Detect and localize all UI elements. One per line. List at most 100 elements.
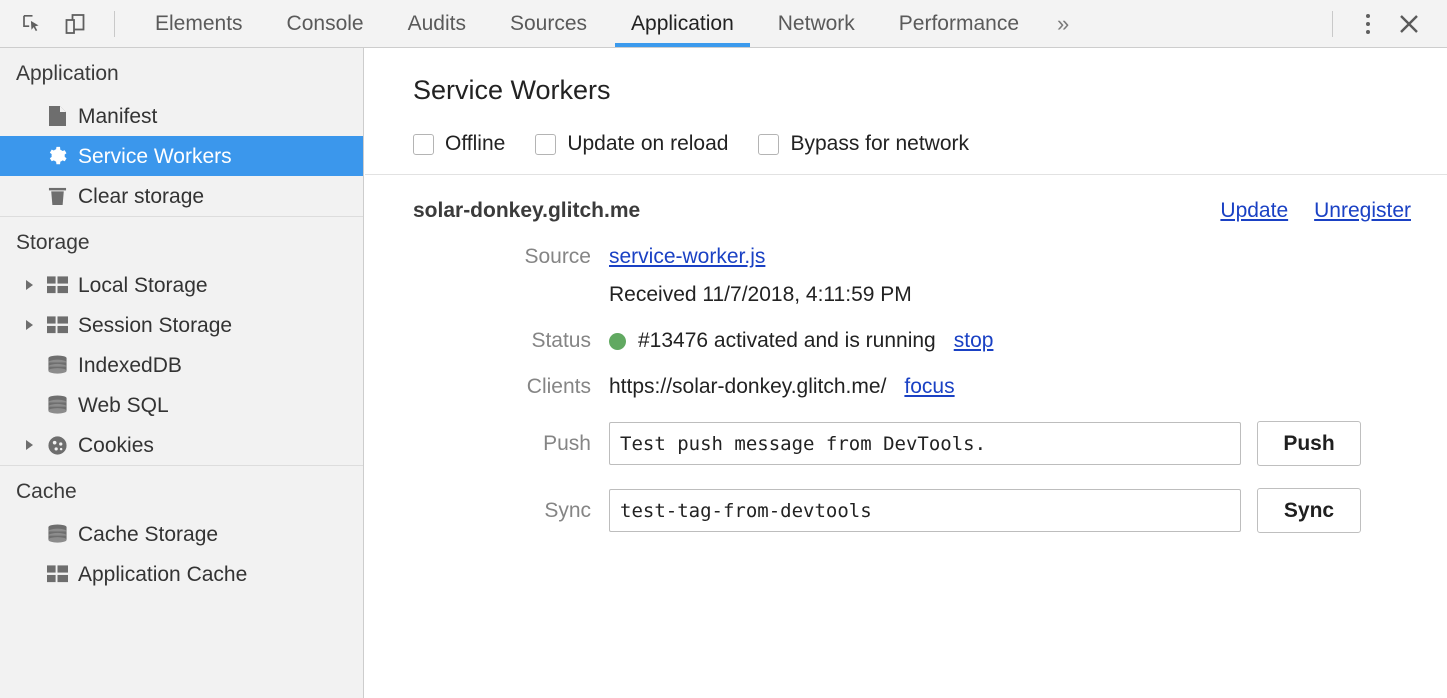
tab-performance[interactable]: Performance [877, 0, 1041, 47]
kebab-dot [1366, 14, 1370, 18]
cookie-glyph [47, 435, 68, 456]
toolbar-right-group [1314, 4, 1447, 44]
database-icon [46, 354, 68, 376]
sidebar-item-application-cache[interactable]: Application Cache [0, 554, 363, 594]
database-glyph [47, 355, 68, 376]
received-timestamp: Received 11/7/2018, 4:11:59 PM [609, 283, 912, 307]
sync-row: Sync Sync [365, 488, 1447, 533]
sidebar-item-label: Local Storage [78, 275, 208, 296]
checkbox-box[interactable] [413, 134, 434, 155]
source-file-link[interactable]: service-worker.js [609, 245, 765, 269]
more-tabs-chevron-icon[interactable]: » [1041, 11, 1085, 37]
sidebar-section-title-cache: Cache [0, 466, 363, 514]
sidebar-section-title-storage: Storage [0, 217, 363, 265]
database-icon [46, 394, 68, 416]
status-row: Status #13476 activated and is running s… [365, 329, 1447, 353]
gear-glyph [46, 145, 68, 167]
update-on-reload-label: Update on reload [567, 132, 728, 156]
table-icon [46, 563, 68, 585]
sidebar-item-label: Web SQL [78, 395, 169, 416]
sidebar-item-indexeddb[interactable]: IndexedDB [0, 345, 363, 385]
toolbar-divider [114, 11, 115, 37]
tab-audits[interactable]: Audits [386, 0, 488, 47]
tab-console[interactable]: Console [265, 0, 386, 47]
checkbox-box[interactable] [758, 134, 779, 155]
tab-sources[interactable]: Sources [488, 0, 609, 47]
clients-label: Clients [413, 375, 609, 399]
sidebar-item-session-storage[interactable]: Session Storage [0, 305, 363, 345]
chevron-right-icon[interactable] [26, 440, 33, 450]
sidebar-item-label: Cookies [78, 435, 154, 456]
device-toolbar-icon[interactable] [54, 4, 96, 44]
status-label: Status [413, 329, 609, 353]
sync-label: Sync [413, 499, 609, 523]
inspect-element-glyph [21, 12, 45, 36]
update-on-reload-checkbox[interactable]: Update on reload [535, 132, 728, 156]
sidebar-section-title-application: Application [0, 48, 363, 96]
sidebar-item-label: Application Cache [78, 564, 247, 585]
origin-actions: Update Unregister [1220, 199, 1411, 223]
kebab-menu-icon[interactable] [1351, 4, 1385, 44]
inspect-element-icon[interactable] [12, 4, 54, 44]
status-indicator-dot [609, 333, 626, 350]
focus-link[interactable]: focus [904, 375, 954, 399]
sync-tag-input[interactable] [609, 489, 1241, 532]
gear-icon [46, 145, 68, 167]
sidebar-item-manifest[interactable]: Manifest [0, 96, 363, 136]
close-icon[interactable] [1385, 4, 1433, 44]
tab-network[interactable]: Network [756, 0, 877, 47]
sidebar-section-storage: Storage Local Storage [0, 216, 363, 465]
cookie-icon [46, 434, 68, 456]
sidebar-item-web-sql[interactable]: Web SQL [0, 385, 363, 425]
checkbox-box[interactable] [535, 134, 556, 155]
sidebar-section-cache: Cache Cache Storage [0, 465, 363, 594]
source-label: Source [413, 245, 609, 269]
manifest-document-icon [46, 105, 68, 127]
chevron-right-icon[interactable] [26, 320, 33, 330]
database-glyph [47, 524, 68, 545]
chevron-right-icon[interactable] [26, 280, 33, 290]
sidebar-item-label: Session Storage [78, 315, 232, 336]
update-link[interactable]: Update [1220, 199, 1288, 223]
tab-application[interactable]: Application [609, 0, 756, 47]
status-value: #13476 activated and is running stop [609, 329, 993, 353]
sidebar-item-cache-storage[interactable]: Cache Storage [0, 514, 363, 554]
application-sidebar: Application Manifest Service Workers [0, 48, 364, 698]
sidebar-item-service-workers[interactable]: Service Workers [0, 136, 363, 176]
trash-icon [46, 185, 68, 207]
kebab-dot [1366, 22, 1370, 26]
bypass-for-network-label: Bypass for network [790, 132, 969, 156]
push-row: Push Push [365, 421, 1447, 466]
sidebar-item-label: Service Workers [78, 146, 232, 167]
sidebar-item-local-storage[interactable]: Local Storage [0, 265, 363, 305]
toolbar-divider-right [1332, 11, 1333, 37]
device-toolbar-glyph [63, 12, 87, 36]
sync-button[interactable]: Sync [1257, 488, 1361, 533]
sidebar-item-label: Clear storage [78, 186, 204, 207]
unregister-link[interactable]: Unregister [1314, 199, 1411, 223]
database-glyph [47, 395, 68, 416]
sidebar-item-cookies[interactable]: Cookies [0, 425, 363, 465]
service-workers-panel: Service Workers Offline Update on reload… [365, 48, 1447, 698]
tab-elements[interactable]: Elements [133, 0, 265, 47]
sidebar-item-label: Manifest [78, 106, 157, 127]
received-row: Received 11/7/2018, 4:11:59 PM [365, 283, 1447, 307]
service-worker-origin: solar-donkey.glitch.me [413, 199, 640, 223]
bypass-for-network-checkbox[interactable]: Bypass for network [758, 132, 969, 156]
clients-value: https://solar-donkey.glitch.me/ focus [609, 375, 955, 399]
push-message-input[interactable] [609, 422, 1241, 465]
manifest-glyph [48, 105, 67, 127]
push-controls: Push [609, 421, 1361, 466]
service-worker-options-bar: Offline Update on reload Bypass for netw… [365, 106, 1447, 162]
push-label: Push [413, 432, 609, 456]
sidebar-item-label: IndexedDB [78, 355, 182, 376]
table-glyph [47, 316, 68, 334]
sidebar-item-clear-storage[interactable]: Clear storage [0, 176, 363, 216]
stop-link[interactable]: stop [954, 329, 994, 353]
offline-checkbox[interactable]: Offline [413, 132, 505, 156]
client-url: https://solar-donkey.glitch.me/ [609, 375, 886, 399]
offline-label: Offline [445, 132, 505, 156]
source-row: Source service-worker.js [365, 245, 1447, 269]
push-button[interactable]: Push [1257, 421, 1361, 466]
service-worker-origin-row: solar-donkey.glitch.me Update Unregister [365, 199, 1447, 223]
